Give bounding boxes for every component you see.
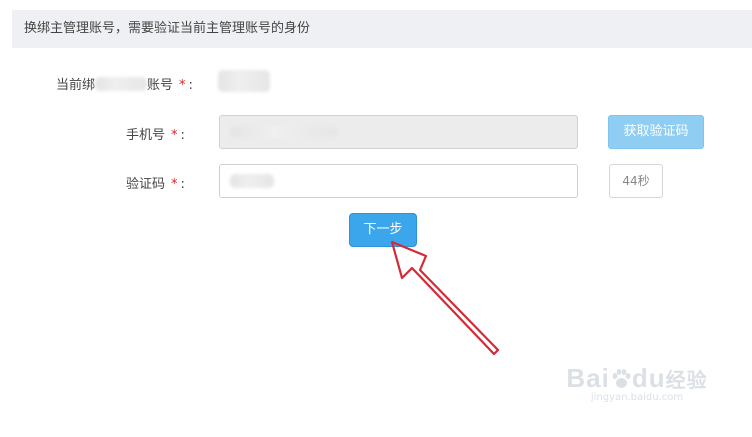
- code-label: 验证码 *:: [126, 173, 185, 192]
- countdown-badge: 44秒: [609, 164, 663, 198]
- watermark-logo-left: Bai: [566, 363, 610, 393]
- watermark: Bai du经验 jingyan.baidu.com: [562, 363, 712, 423]
- notice-bar: 换绑主管理账号，需要验证当前主管理账号的身份: [12, 10, 752, 48]
- current-account-row: 当前绑 账号 *:: [0, 66, 752, 98]
- watermark-logo-right: du: [631, 363, 666, 393]
- page: 换绑主管理账号，需要验证当前主管理账号的身份 当前绑 账号 *: 手机号 *: 获取验…: [0, 0, 752, 437]
- code-row: 验证码 *: 44秒: [0, 164, 752, 198]
- label-colon: :: [188, 78, 193, 93]
- required-mark: *: [171, 177, 178, 192]
- annotation-arrow-icon: [390, 240, 500, 356]
- required-mark: *: [171, 128, 178, 143]
- redacted-current-account: [218, 70, 270, 92]
- label-colon: :: [180, 128, 185, 143]
- phone-row: 手机号 *: 获取验证码: [0, 114, 752, 150]
- phone-label: 手机号 *:: [126, 124, 185, 143]
- current-account-label-prefix: 当前绑: [56, 78, 96, 93]
- countdown-text: 44秒: [622, 174, 650, 188]
- watermark-logo-cn: 经验: [665, 370, 708, 392]
- redacted-phone-number: [230, 126, 338, 138]
- get-code-button[interactable]: 获取验证码: [608, 115, 704, 149]
- required-mark: *: [179, 78, 186, 93]
- get-code-label: 获取验证码: [623, 124, 689, 139]
- paw-icon: [612, 369, 631, 388]
- redacted-code-value: [230, 174, 274, 188]
- watermark-logo: Bai du经验: [562, 363, 712, 394]
- notice-text: 换绑主管理账号，需要验证当前主管理账号的身份: [24, 21, 311, 36]
- redacted-label-part: [95, 77, 148, 91]
- code-label-text: 验证码: [126, 177, 166, 192]
- current-account-label: 当前绑 账号 *:: [56, 74, 193, 93]
- label-colon: :: [180, 177, 185, 192]
- current-account-label-suffix: 账号: [147, 78, 174, 93]
- phone-label-text: 手机号: [126, 128, 166, 143]
